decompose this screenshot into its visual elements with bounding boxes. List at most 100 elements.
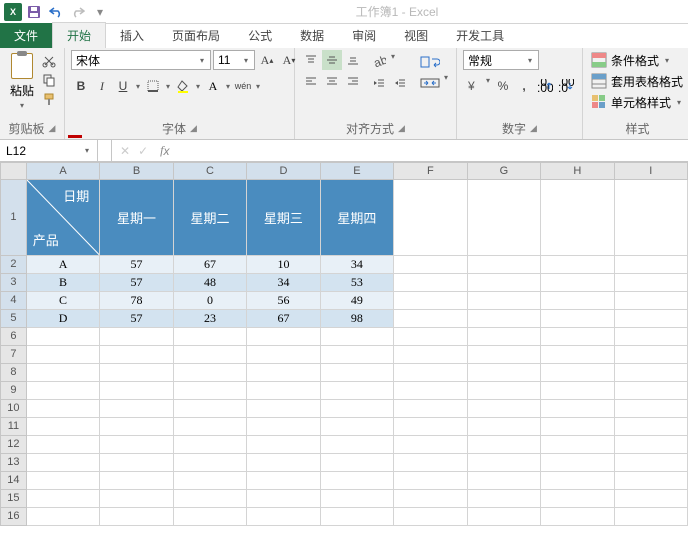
paste-button[interactable]: 粘贴 ▾ bbox=[6, 50, 38, 112]
cell[interactable] bbox=[321, 328, 394, 346]
cell[interactable] bbox=[615, 400, 688, 418]
cell[interactable] bbox=[468, 490, 541, 508]
cell[interactable] bbox=[100, 490, 173, 508]
cell[interactable]: 48 bbox=[174, 274, 247, 292]
font-color-dropdown-icon[interactable]: ▾ bbox=[224, 82, 232, 91]
cell[interactable] bbox=[27, 508, 100, 526]
cell[interactable]: 日期产品 bbox=[27, 180, 100, 256]
cell[interactable] bbox=[394, 418, 467, 436]
font-color-button[interactable]: A bbox=[203, 76, 223, 96]
font-launcher-icon[interactable]: ◢ bbox=[190, 123, 197, 134]
cell[interactable] bbox=[394, 346, 467, 364]
cell[interactable]: 67 bbox=[247, 310, 320, 328]
accounting-dropdown-icon[interactable]: ▾ bbox=[484, 76, 492, 96]
row-header[interactable]: 11 bbox=[0, 418, 27, 436]
cell[interactable] bbox=[468, 346, 541, 364]
cell[interactable]: 0 bbox=[174, 292, 247, 310]
increase-indent-icon[interactable] bbox=[390, 73, 410, 93]
align-middle-icon[interactable] bbox=[322, 50, 342, 70]
align-launcher-icon[interactable]: ◢ bbox=[398, 123, 405, 134]
cell[interactable] bbox=[100, 364, 173, 382]
cell[interactable] bbox=[321, 400, 394, 418]
phonetic-dropdown-icon[interactable]: ▾ bbox=[254, 82, 262, 91]
cell[interactable] bbox=[321, 364, 394, 382]
cell[interactable] bbox=[394, 310, 467, 328]
cell[interactable]: 10 bbox=[247, 256, 320, 274]
cell[interactable] bbox=[615, 256, 688, 274]
cell[interactable]: 23 bbox=[174, 310, 247, 328]
cell[interactable] bbox=[247, 472, 320, 490]
cell[interactable] bbox=[394, 472, 467, 490]
row-header[interactable]: 16 bbox=[0, 508, 27, 526]
phonetic-button[interactable]: wén bbox=[233, 76, 253, 96]
cell[interactable] bbox=[174, 364, 247, 382]
cell[interactable] bbox=[321, 508, 394, 526]
cell[interactable] bbox=[174, 454, 247, 472]
row-header[interactable]: 7 bbox=[0, 346, 27, 364]
border-button[interactable] bbox=[143, 76, 163, 96]
cell[interactable]: 星期四 bbox=[321, 180, 394, 256]
cell[interactable]: 49 bbox=[321, 292, 394, 310]
cell[interactable] bbox=[615, 508, 688, 526]
cell[interactable] bbox=[321, 490, 394, 508]
row-header[interactable]: 12 bbox=[0, 436, 27, 454]
redo-icon[interactable] bbox=[68, 2, 88, 22]
bold-button[interactable]: B bbox=[71, 76, 91, 96]
cell[interactable] bbox=[100, 472, 173, 490]
align-center-icon[interactable] bbox=[322, 71, 342, 91]
tab-insert[interactable]: 插入 bbox=[106, 23, 158, 48]
col-header[interactable]: D bbox=[247, 162, 320, 180]
clipboard-launcher-icon[interactable]: ◢ bbox=[49, 123, 56, 134]
cell[interactable] bbox=[174, 490, 247, 508]
percent-format-icon[interactable]: % bbox=[493, 76, 513, 96]
cell[interactable]: 78 bbox=[100, 292, 173, 310]
cell[interactable] bbox=[321, 382, 394, 400]
cell[interactable] bbox=[541, 364, 614, 382]
cell[interactable] bbox=[174, 472, 247, 490]
cell[interactable] bbox=[394, 490, 467, 508]
cell[interactable] bbox=[615, 180, 688, 256]
cell[interactable] bbox=[541, 180, 614, 256]
cell[interactable]: 57 bbox=[100, 274, 173, 292]
cell[interactable] bbox=[394, 180, 467, 256]
merge-dropdown-icon[interactable]: ▾ bbox=[442, 73, 450, 93]
save-icon[interactable] bbox=[24, 2, 44, 22]
cell[interactable] bbox=[174, 382, 247, 400]
cell[interactable] bbox=[468, 274, 541, 292]
cell[interactable] bbox=[27, 490, 100, 508]
excel-icon[interactable]: X bbox=[4, 3, 22, 21]
col-header[interactable]: G bbox=[468, 162, 541, 180]
cell[interactable] bbox=[541, 256, 614, 274]
cell[interactable] bbox=[174, 346, 247, 364]
orientation-icon[interactable]: ab bbox=[369, 52, 389, 72]
row-header[interactable]: 2 bbox=[0, 256, 27, 274]
cell[interactable] bbox=[27, 454, 100, 472]
tab-page-layout[interactable]: 页面布局 bbox=[158, 23, 234, 48]
cell[interactable] bbox=[247, 418, 320, 436]
cell[interactable] bbox=[174, 400, 247, 418]
comma-format-icon[interactable]: , bbox=[514, 76, 534, 96]
row-header[interactable]: 5 bbox=[0, 310, 27, 328]
cell[interactable] bbox=[468, 180, 541, 256]
cell[interactable]: 67 bbox=[174, 256, 247, 274]
col-header[interactable]: H bbox=[541, 162, 614, 180]
qat-customize-icon[interactable]: ▾ bbox=[90, 2, 110, 22]
cell[interactable] bbox=[100, 418, 173, 436]
font-size-select[interactable]: 11▾ bbox=[213, 50, 255, 70]
cell[interactable] bbox=[394, 454, 467, 472]
cell[interactable] bbox=[468, 436, 541, 454]
cell[interactable] bbox=[541, 508, 614, 526]
col-header[interactable]: F bbox=[394, 162, 467, 180]
cell[interactable] bbox=[615, 364, 688, 382]
cell[interactable] bbox=[27, 472, 100, 490]
cell[interactable] bbox=[27, 364, 100, 382]
cell[interactable] bbox=[541, 472, 614, 490]
cell[interactable] bbox=[321, 346, 394, 364]
cell[interactable] bbox=[468, 292, 541, 310]
name-box[interactable]: L12▾ bbox=[0, 140, 98, 161]
row-header[interactable]: 1 bbox=[0, 180, 27, 256]
cell[interactable]: B bbox=[27, 274, 100, 292]
cell[interactable] bbox=[615, 292, 688, 310]
cell[interactable]: 57 bbox=[100, 310, 173, 328]
cell[interactable] bbox=[321, 436, 394, 454]
